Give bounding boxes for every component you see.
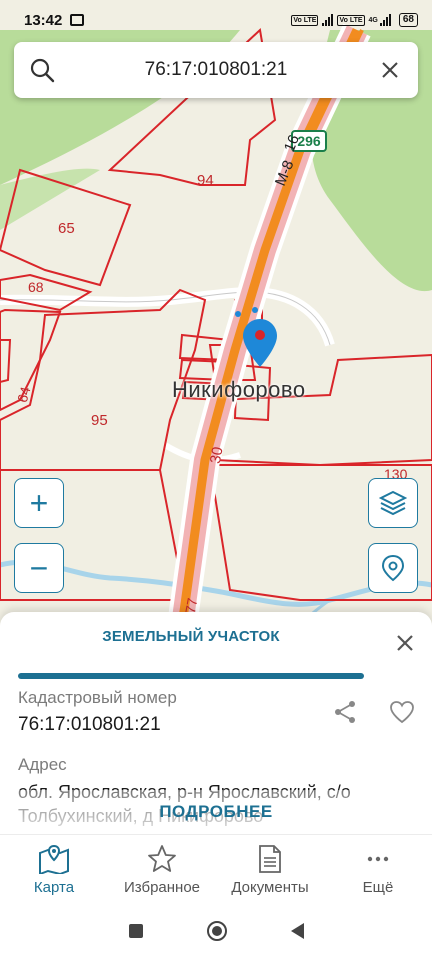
parcel-label-68: 68 [28,279,44,295]
close-icon[interactable] [362,61,418,79]
nav-map[interactable]: Карта [0,835,108,902]
gps-dot [235,311,241,317]
address-label: Адрес [18,755,67,774]
message-icon [70,14,85,26]
sheet-close-icon[interactable] [396,634,414,657]
zoom-out-button[interactable]: − [14,543,64,593]
nav-favorites[interactable]: Избранное [108,835,216,902]
parcel-label-65: 65 [58,220,75,237]
home-button-icon[interactable] [206,921,227,941]
nav-documents[interactable]: Документы [216,835,324,902]
nav-more-label: Ещё [362,879,394,896]
share-icon[interactable] [333,700,357,729]
volte-badge-1: Vo LTE [291,14,319,26]
location-pin-icon [381,554,405,582]
sheet-progress-bar [18,673,364,679]
document-icon [258,843,282,875]
layers-button[interactable] [368,478,418,528]
search-bar [14,42,418,98]
parcel-label-30: 30 [207,445,227,465]
status-time: 13:42 [24,11,63,29]
zoom-in-button[interactable]: + [14,478,64,528]
cadastral-value: 76:17:010801:21 [18,714,161,735]
location-marker-icon[interactable] [242,318,278,368]
favorite-heart-icon[interactable] [389,700,415,729]
network-type: 4G [368,16,378,24]
bottom-navigation: Карта Избранное Документы Ещё [0,834,432,902]
volte-badge-2: Vo LTE [337,14,365,26]
gps-dot-2 [252,307,258,313]
system-navigation-bar [0,902,432,960]
recents-button-icon[interactable] [128,924,143,938]
map-icon [38,843,70,875]
zoom-in-label: + [29,485,49,521]
parcel-label-94: 94 [197,172,214,189]
battery-icon: 68 [398,13,418,27]
search-icon[interactable] [14,57,70,83]
sheet-title: ЗЕМЕЛЬНЫЙ УЧАСТОК [102,628,280,645]
zoom-out-label: − [29,550,49,586]
more-details-link[interactable]: ПОДРОБНЕЕ [0,802,432,822]
nav-more[interactable]: Ещё [324,835,432,902]
nav-documents-label: Документы [231,879,309,896]
back-button-icon[interactable] [290,923,304,939]
place-name-label: Никифорово [172,377,306,402]
signal-icon-1 [322,14,334,26]
search-input[interactable] [70,59,362,81]
cadastral-label: Кадастровый номер [18,688,177,707]
parcel-label-95: 95 [91,412,108,429]
nav-favorites-label: Избранное [123,879,201,896]
nav-map-label: Карта [33,879,75,896]
parcel-info-sheet: ЗЕМЕЛЬНЫЙ УЧАСТОК Кадастровый номер 76:1… [0,612,432,840]
more-dots-icon [366,843,390,875]
signal-icon-2 [379,14,391,26]
status-bar: 13:42 Vo LTE Vo LTE 4G 68 [0,0,432,40]
layers-icon [379,490,407,516]
my-location-button[interactable] [368,543,418,593]
star-icon [147,843,177,875]
status-indicators: Vo LTE Vo LTE 4G 68 [291,13,418,27]
